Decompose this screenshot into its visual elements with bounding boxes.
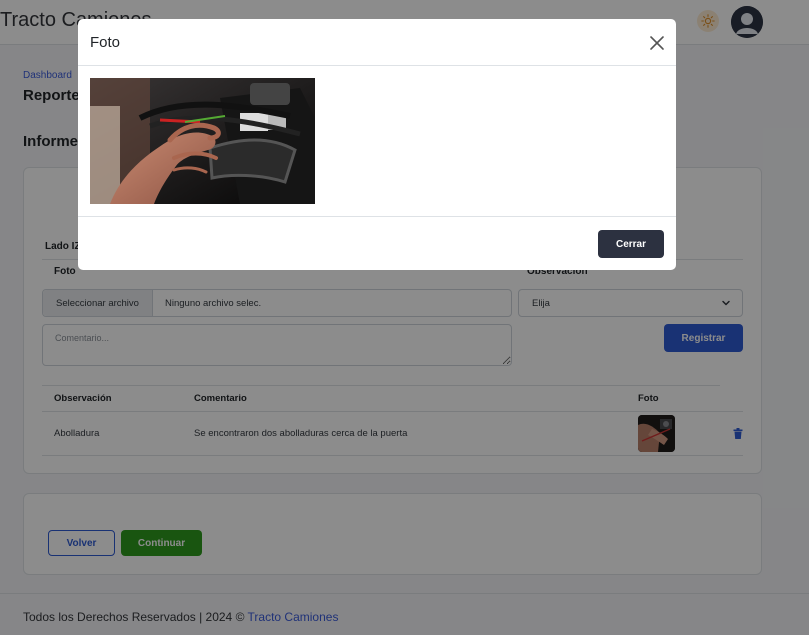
modal-header: Foto <box>78 19 676 66</box>
modal-photo <box>90 78 315 204</box>
close-icon <box>650 36 664 50</box>
modal-close-button[interactable] <box>648 34 666 52</box>
modal-footer: Cerrar <box>78 216 676 270</box>
modal-title: Foto <box>90 34 121 51</box>
photo-modal: Foto Cerrar <box>78 19 676 270</box>
close-modal-button[interactable]: Cerrar <box>598 230 664 258</box>
engine-wiring-photo <box>90 78 315 204</box>
